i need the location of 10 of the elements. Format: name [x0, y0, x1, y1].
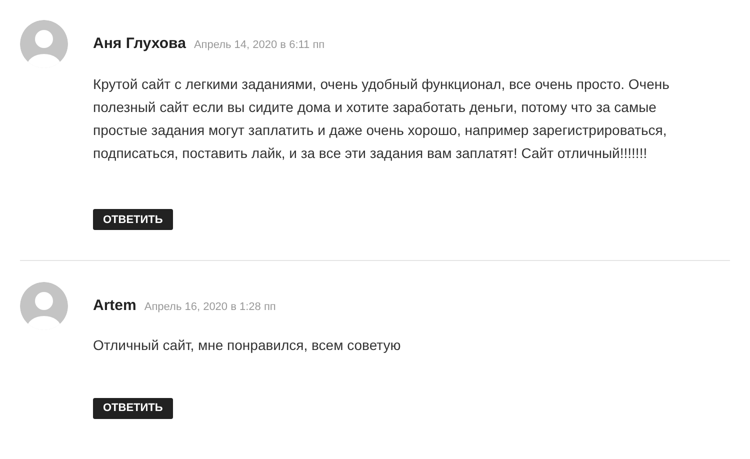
author-name: Аня Глухова [93, 34, 186, 54]
author-name: Artem [93, 296, 136, 316]
comment-text: Крутой сайт с легкими заданиями, очень удобный функционал, все очень просто. Очень полезный сайт если вы сидите дома и хотите заработать деньги, потому что за самые простые задания могут заплатить и даже очень хорошо, например зарегистрироваться, подписаться, поставить лайк, и за все эти задания вам заплатят! Сайт отличный!!!!!!! [93, 74, 670, 163]
comment-date: Апрель 14, 2020 в 6:11 пп [194, 38, 325, 53]
reply-button[interactable]: ОТВЕТИТЬ [93, 398, 173, 419]
comment-text: Отличный сайт, мне понравился, всем советую [93, 336, 402, 355]
reply-button[interactable]: ОТВЕТИТЬ [93, 209, 173, 230]
avatar-icon [20, 282, 68, 330]
avatar-icon [20, 20, 68, 68]
comment-date: Апрель 16, 2020 в 1:28 пп [144, 300, 276, 314]
